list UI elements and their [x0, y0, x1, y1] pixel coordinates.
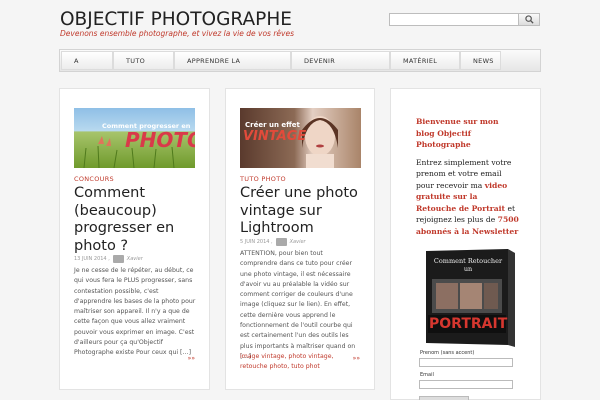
sidebar-newsletter: Bienvenue sur mon blog Objectif Photogra… — [390, 88, 541, 400]
nav-item-tuto[interactable]: TUTO — [113, 51, 174, 70]
post-excerpt: Je ne cesse de le répéter, au début, ce … — [74, 267, 196, 357]
product-box-image: Comment Retoucher un PORTRAIT — [424, 249, 516, 349]
search-button[interactable] — [519, 13, 540, 26]
product-caption: Comment Retoucher un — [433, 257, 503, 273]
post-category[interactable]: TUTO PHOTO — [240, 175, 286, 183]
nav-label: APPRENDRE LA — [187, 57, 241, 65]
post-meta: 5 JUIN 2014 , Xavier — [240, 238, 306, 246]
nav-item-devenir[interactable]: DEVENIR — [291, 51, 390, 70]
thumb-word: VINTAGE — [243, 129, 307, 144]
post-author[interactable]: Xavier — [290, 239, 306, 245]
comment-icon[interactable] — [275, 238, 287, 246]
name-input[interactable] — [419, 358, 513, 367]
post-tags[interactable]: image vintage, photo vintage, retouche p… — [240, 352, 345, 372]
site-title[interactable]: OBJECTIF PHOTOGRAPHE — [60, 9, 292, 30]
post-thumbnail[interactable]: Créer un effet VINTAGE — [240, 108, 361, 168]
submit-button[interactable] — [419, 396, 469, 400]
site-tagline: Devenons ensemble photographe, et vivez … — [60, 29, 294, 38]
nav-label: MATÉRIEL — [403, 57, 438, 65]
nav-label: NEWS — [473, 57, 494, 65]
post-card: Créer un effet VINTAGE TUTO PHOTO Créer … — [225, 88, 375, 390]
post-date: 13 JUIN 2014 , — [74, 256, 110, 262]
search-input[interactable] — [389, 13, 519, 26]
search-form — [389, 13, 540, 26]
nav-item-materiel[interactable]: MATÉRIEL — [390, 51, 460, 70]
post-title[interactable]: Créer une photo vintage sur Lightroom — [240, 185, 360, 238]
thumb-caption: Créer un effet — [245, 121, 300, 129]
read-more-link[interactable]: »» — [188, 355, 195, 362]
nav-label: DEVENIR — [304, 57, 336, 65]
main-nav: A TUTO APPRENDRE LA DEVENIR MATÉRIEL NEW… — [59, 49, 541, 72]
search-icon — [524, 15, 534, 24]
post-title[interactable]: Comment (beaucoup) progresser en photo ? — [74, 185, 199, 255]
email-input[interactable] — [419, 380, 513, 389]
post-category[interactable]: CONCOURS — [74, 175, 114, 183]
thumb-word: PHOTO — [125, 128, 195, 152]
post-card: Comment progresser en PHOTO CONCOURS Com… — [59, 88, 210, 390]
post-thumbnail[interactable]: Comment progresser en PHOTO — [74, 108, 195, 168]
email-label: Email — [420, 372, 434, 378]
comment-icon[interactable] — [112, 255, 124, 263]
product-word: PORTRAIT — [429, 316, 508, 332]
post-author[interactable]: Xavier — [127, 256, 143, 262]
post-date: 5 JUIN 2014 , — [240, 239, 273, 245]
nav-label: A — [74, 57, 79, 65]
nav-label: TUTO — [126, 57, 146, 65]
post-meta: 13 JUIN 2014 , Xavier — [74, 255, 143, 263]
newsletter-text: Bienvenue sur mon blog Objectif Photogra… — [416, 116, 519, 237]
read-more-link[interactable]: »» — [353, 355, 360, 362]
newsletter-heading: Bienvenue sur mon blog Objectif Photogra… — [416, 117, 499, 149]
nav-item-news[interactable]: NEWS — [460, 51, 501, 70]
post-excerpt: ATTENTION, pour bien tout comprendre dan… — [240, 250, 356, 360]
nav-item-a[interactable]: A — [61, 51, 113, 70]
nav-item-apprendre[interactable]: APPRENDRE LA — [174, 51, 291, 70]
name-label: Prenom (sans accent) — [420, 350, 475, 356]
